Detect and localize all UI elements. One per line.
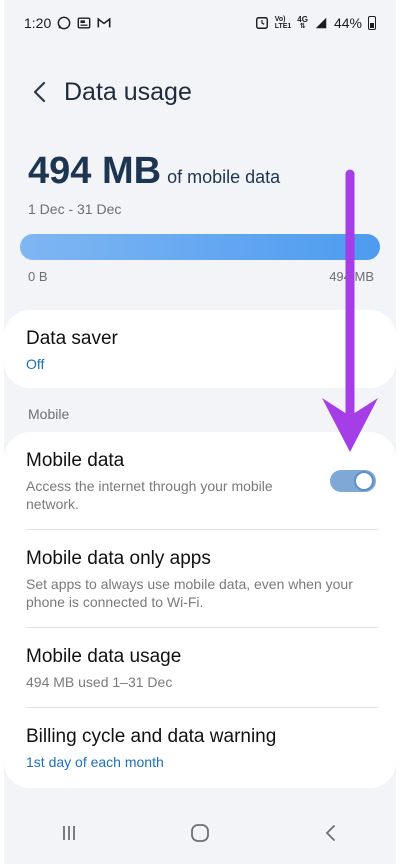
screen: 1:20 Vo) LTE1 4G ⇅ 44% Data usage 494 MB… [4, 0, 396, 864]
back-nav-button[interactable] [301, 811, 361, 855]
usage-bar-min-label: 0 B [28, 269, 48, 284]
section-label-mobile: Mobile [28, 406, 70, 422]
toggle-knob [354, 471, 374, 491]
mobile-data-title: Mobile data [26, 450, 125, 471]
mobile-data-usage-row[interactable]: Mobile data usage 494 MB used 1–31 Dec [4, 628, 396, 708]
recent-apps-button[interactable] [39, 811, 99, 855]
signal-icon [315, 17, 327, 29]
mobile-data-only-apps-subtitle: Set apps to always use mobile data, even… [26, 576, 353, 610]
network-type: 4G ⇅ [297, 15, 308, 31]
data-saver-row[interactable]: Data saver Off [4, 310, 396, 373]
back-button[interactable] [18, 70, 62, 114]
home-icon [191, 824, 209, 842]
volte-indicator: Vo) LTE1 [274, 16, 292, 30]
whatsapp-icon [57, 16, 71, 30]
data-saver-title: Data saver [26, 328, 118, 349]
billing-cycle-row[interactable]: Billing cycle and data warning 1st day o… [4, 708, 396, 788]
mobile-settings-card: Mobile data Access the internet through … [4, 432, 396, 788]
billing-cycle-title: Billing cycle and data warning [26, 726, 277, 747]
news-icon [77, 17, 91, 29]
usage-summary: 494 MB of mobile data 1 Dec - 31 Dec [28, 150, 380, 217]
data-saver-card: Data saver Off [4, 310, 396, 388]
mobile-data-toggle[interactable] [330, 470, 376, 492]
gmail-icon [97, 17, 111, 28]
usage-date-range: 1 Dec - 31 Dec [28, 201, 122, 217]
battery-icon [368, 16, 376, 30]
status-bar: 1:20 Vo) LTE1 4G ⇅ 44% [4, 0, 396, 46]
recent-apps-icon [63, 826, 76, 840]
home-button[interactable] [170, 811, 230, 855]
chevron-left-icon [325, 825, 335, 841]
data-arrows-icon: ⇅ [299, 23, 306, 30]
navigation-bar [4, 802, 396, 864]
mobile-data-usage-title: Mobile data usage [26, 646, 182, 667]
page-title: Data usage [64, 77, 192, 106]
mobile-data-subtitle: Access the internet through your mobile … [26, 478, 273, 512]
mobile-data-only-apps-row[interactable]: Mobile data only apps Set apps to always… [4, 530, 396, 628]
mobile-data-row[interactable]: Mobile data Access the internet through … [4, 432, 396, 530]
usage-suffix: of mobile data [167, 167, 281, 187]
chevron-left-icon [33, 81, 46, 103]
billing-cycle-subtitle: 1st day of each month [26, 754, 164, 770]
battery-percentage: 44% [333, 15, 362, 31]
app-header: Data usage [4, 70, 396, 114]
data-saver-value: Off [26, 356, 45, 372]
mobile-data-only-apps-title: Mobile data only apps [26, 548, 211, 569]
alarm-icon [255, 17, 268, 29]
status-time: 1:20 [24, 15, 52, 31]
usage-amount: 494 MB [28, 150, 162, 192]
usage-bar [20, 234, 380, 260]
usage-bar-fill [20, 234, 380, 260]
mobile-data-usage-subtitle: 494 MB used 1–31 Dec [26, 674, 173, 690]
usage-bar-max-label: 494 MB [329, 269, 374, 284]
